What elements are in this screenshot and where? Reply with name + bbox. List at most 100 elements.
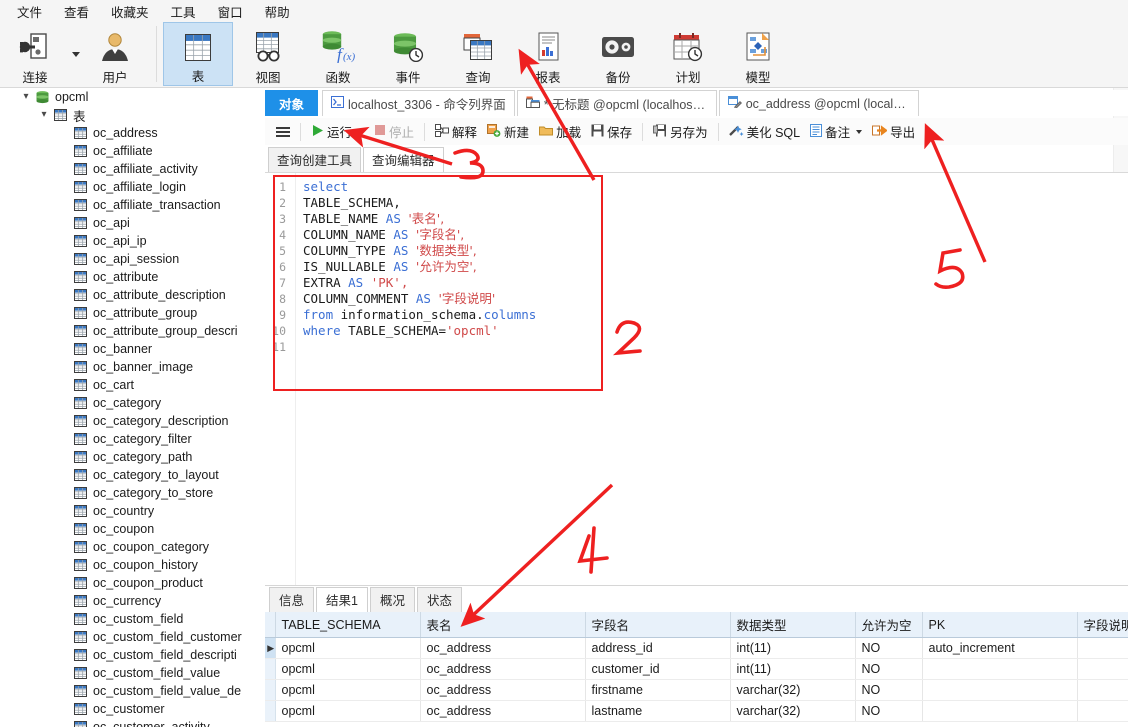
menu-tools[interactable]: 工具 bbox=[160, 0, 207, 23]
table-cell[interactable] bbox=[922, 700, 1078, 722]
tree-node-table[interactable]: oc_affiliate_activity bbox=[0, 160, 265, 178]
tree-node-table[interactable]: oc_custom_field_value_de bbox=[0, 682, 265, 700]
tree-node-table[interactable]: oc_cart bbox=[0, 376, 265, 394]
tree-node-table[interactable]: oc_coupon_category bbox=[0, 538, 265, 556]
table-cell[interactable]: NO bbox=[855, 658, 923, 680]
sql-line[interactable]: 2 TABLE_SCHEMA, bbox=[265, 195, 1128, 211]
tree-node-table[interactable]: oc_attribute_description bbox=[0, 286, 265, 304]
tree-node-table[interactable]: oc_currency bbox=[0, 592, 265, 610]
editor-button-运行[interactable]: 运行 bbox=[306, 120, 369, 143]
result-tab[interactable]: 状态 bbox=[416, 587, 462, 612]
tree-node-table[interactable]: oc_api_session bbox=[0, 250, 265, 268]
column-header[interactable]: 字段说明 bbox=[1077, 612, 1128, 638]
table-cell[interactable]: NO bbox=[855, 679, 923, 701]
ribbon-button-连接[interactable]: 连接 bbox=[0, 22, 70, 86]
chevron-down-icon[interactable] bbox=[856, 129, 863, 134]
table-row[interactable]: opcml oc_address lastname varchar(32) NO bbox=[265, 700, 1128, 722]
tree-node-table[interactable]: oc_custom_field_descripti bbox=[0, 646, 265, 664]
sql-line[interactable]: 10 where TABLE_SCHEMA='opcml' bbox=[265, 323, 1128, 339]
tree-node-table[interactable]: oc_customer bbox=[0, 700, 265, 718]
sql-line[interactable]: 11 bbox=[265, 339, 1128, 355]
table-cell[interactable]: customer_id bbox=[585, 658, 731, 680]
tree-node-table[interactable]: oc_affiliate_transaction bbox=[0, 196, 265, 214]
table-cell[interactable]: address_id bbox=[585, 637, 731, 659]
column-header[interactable]: 表名 bbox=[420, 612, 586, 638]
table-cell[interactable]: varchar(32) bbox=[730, 679, 856, 701]
result-tab-strip[interactable]: 信息 结果1 概况 状态 bbox=[265, 586, 1128, 612]
ribbon-button-模型[interactable]: 模型 bbox=[723, 22, 793, 86]
tree-node-table[interactable]: oc_customer_activity bbox=[0, 718, 265, 727]
tree-node-table[interactable]: oc_coupon bbox=[0, 520, 265, 538]
table-row[interactable]: opcml oc_address firstname varchar(32) NO bbox=[265, 679, 1128, 701]
chevron-down-icon[interactable]: ▾ bbox=[18, 92, 34, 102]
sql-line[interactable]: 5 COLUMN_TYPE AS '数据类型', bbox=[265, 243, 1128, 259]
tree-node-table[interactable]: oc_coupon_history bbox=[0, 556, 265, 574]
query-editor-toolbar[interactable]: 运行 停止 解释 新建 加载 保存 另存为 美化 SQL 备注 导出 bbox=[265, 118, 1128, 145]
menu-favorites[interactable]: 收藏夹 bbox=[100, 0, 160, 23]
menu-view[interactable]: 查看 bbox=[53, 0, 100, 23]
sql-editor[interactable]: 1 select 2 TABLE_SCHEMA, 3 TABLE_NAME AS '表名'… bbox=[265, 172, 1128, 586]
table-row[interactable]: ▶ opcml oc_address address_id int(11) NO auto_… bbox=[265, 637, 1128, 659]
editor-menu-button[interactable] bbox=[271, 125, 295, 139]
tree-node-table[interactable]: oc_banner_image bbox=[0, 358, 265, 376]
sql-line[interactable]: 7 EXTRA AS 'PK', bbox=[265, 275, 1128, 291]
query-sub-tabs[interactable]: 查询创建工具 查询编辑器 bbox=[265, 147, 1128, 172]
table-cell[interactable]: opcml bbox=[275, 637, 421, 659]
menu-window[interactable]: 窗口 bbox=[207, 0, 254, 23]
row-selector[interactable] bbox=[265, 679, 276, 701]
sub-tab[interactable]: 查询编辑器 bbox=[363, 147, 444, 172]
tree-node-table[interactable]: oc_custom_field_customer bbox=[0, 628, 265, 646]
ribbon-button-计划[interactable]: 计划 bbox=[653, 22, 723, 86]
tree-node-table[interactable]: oc_category_filter bbox=[0, 430, 265, 448]
sql-line[interactable]: 1 select bbox=[265, 179, 1128, 195]
editor-button-保存[interactable]: 保存 bbox=[586, 120, 637, 143]
row-selector[interactable] bbox=[265, 658, 276, 680]
tree-node-table[interactable]: oc_category_to_store bbox=[0, 484, 265, 502]
tree-node-table[interactable]: oc_attribute bbox=[0, 268, 265, 286]
object-tree-sidebar[interactable]: ▾ opcml ▾ 表 oc_address oc_affiliate oc_affilia… bbox=[0, 88, 265, 727]
tree-node-table[interactable]: oc_category_description bbox=[0, 412, 265, 430]
table-cell[interactable]: NO bbox=[855, 637, 923, 659]
ribbon-button-用户[interactable]: 用户 bbox=[80, 22, 150, 86]
sql-line[interactable]: 3 TABLE_NAME AS '表名', bbox=[265, 211, 1128, 227]
sub-tab[interactable]: 查询创建工具 bbox=[268, 147, 362, 172]
sql-line[interactable]: 4 COLUMN_NAME AS '字段名', bbox=[265, 227, 1128, 243]
tree-node-table[interactable]: oc_category_path bbox=[0, 448, 265, 466]
table-cell[interactable]: firstname bbox=[585, 679, 731, 701]
column-header[interactable]: 字段名 bbox=[585, 612, 731, 638]
editor-button-美化-SQL[interactable]: 美化 SQL bbox=[724, 120, 806, 143]
table-cell[interactable]: oc_address bbox=[420, 679, 586, 701]
column-header[interactable]: TABLE_SCHEMA bbox=[275, 612, 421, 638]
editor-button-解释[interactable]: 解释 bbox=[430, 120, 482, 143]
ribbon-button-函数[interactable]: f (x) 函数 bbox=[303, 22, 373, 86]
ribbon-button-表[interactable]: 表 bbox=[163, 22, 233, 86]
table-cell[interactable]: opcml bbox=[275, 700, 421, 722]
result-tab[interactable]: 信息 bbox=[269, 587, 315, 612]
table-cell[interactable] bbox=[1077, 679, 1128, 701]
tree-node-table[interactable]: oc_affiliate_login bbox=[0, 178, 265, 196]
table-cell[interactable] bbox=[922, 679, 1078, 701]
menu-file[interactable]: 文件 bbox=[6, 0, 53, 23]
table-cell[interactable]: auto_increment bbox=[922, 637, 1078, 659]
document-tab[interactable]: * 无标题 @opcml (localhost_... bbox=[516, 90, 717, 116]
chevron-down-icon[interactable]: ▾ bbox=[36, 110, 52, 120]
ribbon-button-报表[interactable]: 报表 bbox=[513, 22, 583, 86]
tree-node-table[interactable]: oc_category bbox=[0, 394, 265, 412]
table-cell[interactable]: opcml bbox=[275, 679, 421, 701]
tree-node-table[interactable]: oc_affiliate bbox=[0, 142, 265, 160]
table-cell[interactable] bbox=[1077, 658, 1128, 680]
table-cell[interactable]: oc_address bbox=[420, 658, 586, 680]
table-cell[interactable]: NO bbox=[855, 700, 923, 722]
chevron-down-icon[interactable] bbox=[358, 129, 365, 134]
table-cell[interactable] bbox=[1077, 700, 1128, 722]
table-cell[interactable]: int(11) bbox=[730, 637, 856, 659]
tree-node-database[interactable]: ▾ opcml bbox=[0, 88, 265, 106]
ribbon-button-查询[interactable]: 查询 bbox=[443, 22, 513, 86]
tree-node-tables-folder[interactable]: ▾ 表 bbox=[0, 106, 265, 124]
tree-node-table[interactable]: oc_country bbox=[0, 502, 265, 520]
tree-node-table[interactable]: oc_attribute_group_descri bbox=[0, 322, 265, 340]
table-cell[interactable]: varchar(32) bbox=[730, 700, 856, 722]
result-tab[interactable]: 概况 bbox=[369, 587, 415, 612]
ribbon-button-事件[interactable]: 事件 bbox=[373, 22, 443, 86]
row-selector[interactable] bbox=[265, 700, 276, 722]
